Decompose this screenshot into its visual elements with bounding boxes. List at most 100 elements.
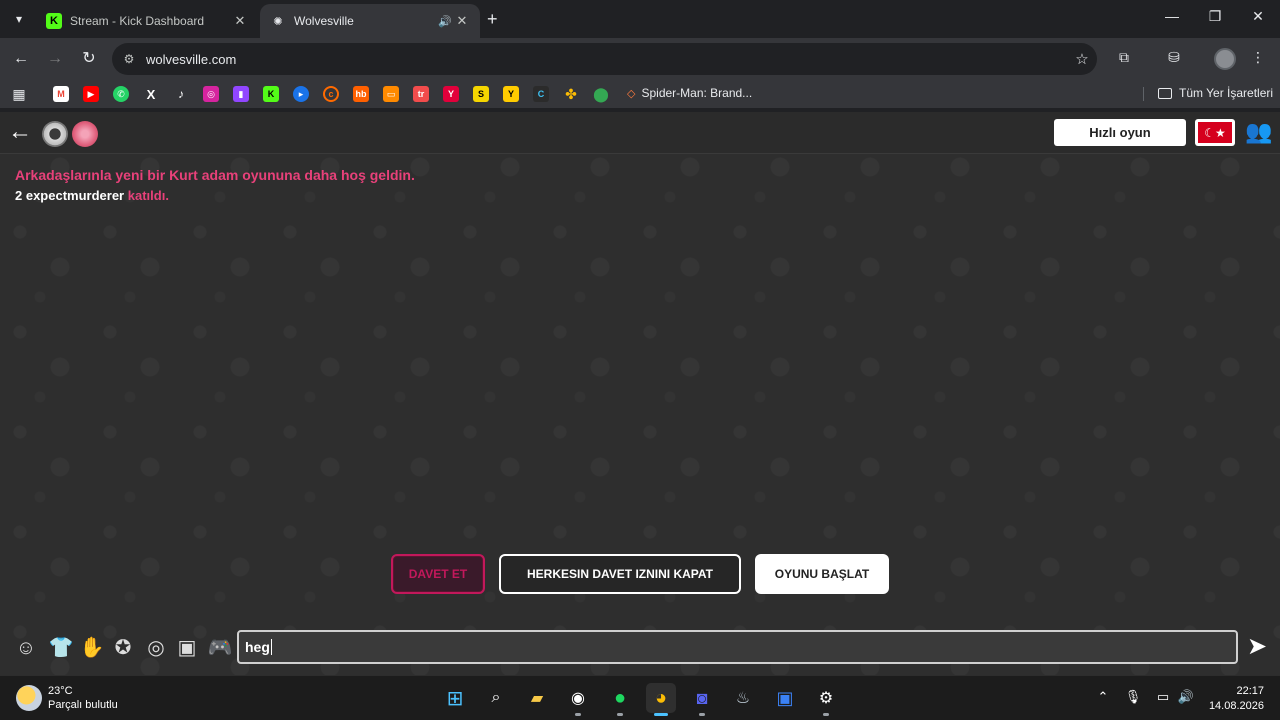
blue-play-icon[interactable]: ▸ (293, 86, 309, 102)
invite-button[interactable]: DAVET ET (391, 554, 485, 594)
apps-icon[interactable]: ▦ (11, 86, 27, 102)
bookmark-label: Spider-Man: Brand... (641, 86, 753, 100)
emoji-mask-icon[interactable]: ☺ (12, 632, 40, 664)
tab-title: Stream - Kick Dashboard (70, 14, 205, 28)
join-message: 2 expectmurderer katıldı. (15, 188, 169, 203)
close-tab-icon[interactable]: ✕ (232, 13, 248, 29)
wolf-favicon-icon: ✺ (273, 15, 283, 28)
gamepad-icon[interactable]: 🎮 (206, 632, 234, 664)
new-tab-button[interactable]: + (487, 10, 498, 28)
bookmarks-bar: ▦ M ▶ ✆ X ♪ ◎ ▮ K ▸ c hb ▭ tr Y S Y C ✤ … (0, 80, 1280, 108)
friends-icon[interactable]: 👥 (1243, 121, 1275, 143)
volume-icon[interactable]: 🔊 (1176, 689, 1196, 705)
glasses-icon[interactable]: ◎ (142, 632, 170, 664)
send-icon[interactable]: ➤ (1242, 632, 1272, 662)
instagram-icon[interactable]: ◎ (203, 86, 219, 102)
menu-icon[interactable]: ⋮ (1248, 49, 1268, 66)
badge-icon[interactable]: ✪ (109, 632, 137, 664)
microphone-icon[interactable]: 🎙 (1123, 689, 1143, 705)
clock[interactable]: 22:17 14.08.2026 (1204, 684, 1264, 714)
browser-toolbar: ← → ↻ ⚙ wolvesville.com ☆ ⧉ ⛁ ⋮ (0, 38, 1280, 80)
site-info-icon[interactable]: ⚙ (112, 52, 146, 66)
windows-taskbar: 23°C Parçalı bulutlu ⊞ ⌕ ▰ ◉ ● ◕ ◙ ♨ ▣ ⚙… (0, 675, 1280, 720)
kick-favicon-icon: K (46, 13, 62, 29)
trendyol-icon[interactable]: tr (413, 86, 429, 102)
gmail-icon[interactable]: M (53, 86, 69, 102)
back-button[interactable]: ← (10, 48, 32, 70)
obs-icon[interactable]: ◉ (563, 683, 593, 716)
chat-input-text: heg (245, 639, 270, 655)
close-window-button[interactable]: ✕ (1248, 8, 1268, 25)
tab-search-button[interactable]: ▾ (8, 8, 30, 30)
network-icon[interactable]: ▭ (1153, 689, 1173, 705)
maps-icon[interactable]: ⬤ (593, 86, 609, 102)
game-page: ← Hızlı oyun ☾★ 👥 Arkadaşlarınla yeni bi… (0, 112, 1280, 675)
back-arrow-icon[interactable]: ← (8, 120, 32, 144)
c-icon[interactable]: C (533, 86, 549, 102)
shirt-icon[interactable]: 👕 (47, 632, 75, 664)
quick-play-button[interactable]: Hızlı oyun (1054, 119, 1186, 146)
forward-button[interactable]: → (44, 48, 66, 70)
language-flag-button[interactable]: ☾★ (1195, 119, 1235, 146)
x-icon[interactable]: X (143, 86, 159, 102)
time: 22:17 (1236, 685, 1264, 697)
running-indicator (617, 713, 623, 716)
speaker-icon[interactable]: 🔊 (436, 15, 454, 28)
youtube-icon[interactable]: ▶ (83, 86, 99, 102)
chat-input[interactable]: heg (237, 630, 1238, 664)
chrome-icon[interactable]: ◕ (646, 683, 676, 716)
windows-start-icon[interactable]: ⊞ (440, 683, 470, 713)
search-icon[interactable]: ⌕ (481, 683, 511, 713)
welcome-message: Arkadaşlarınla yeni bir Kurt adam oyunun… (15, 167, 415, 183)
file-explorer-icon[interactable]: ▰ (522, 683, 552, 713)
tab-wolvesville[interactable]: ✺ Wolvesville 🔊 ✕ (260, 4, 480, 38)
hb-icon[interactable]: hb (353, 86, 369, 102)
y-yellow-icon[interactable]: Y (503, 86, 519, 102)
kick-icon[interactable]: K (263, 86, 279, 102)
weather-widget[interactable]: 23°C Parçalı bulutlu (16, 684, 118, 712)
rose-icon[interactable] (72, 121, 98, 147)
spotify-icon[interactable]: ● (605, 683, 635, 716)
profile-avatar[interactable] (1214, 48, 1236, 70)
maximize-button[interactable]: ❐ (1205, 8, 1225, 25)
bookmark-star-icon[interactable]: ☆ (1067, 50, 1097, 68)
gallery-icon[interactable]: ▣ (173, 632, 201, 664)
chevron-up-icon[interactable]: ⌃ (1093, 689, 1113, 705)
settings-icon[interactable]: ⚙ (811, 683, 841, 716)
reload-button[interactable]: ↻ (78, 48, 100, 70)
url-text[interactable]: wolvesville.com (146, 52, 1067, 67)
steam-icon[interactable]: ♨ (728, 683, 758, 713)
minimize-button[interactable]: — (1162, 8, 1182, 24)
tiktok-icon[interactable]: ♪ (173, 86, 189, 102)
text-caret (270, 639, 272, 655)
whatsapp-icon[interactable]: ✆ (113, 86, 129, 102)
discord-icon[interactable]: ◙ (687, 683, 717, 716)
yemeksepeti-icon[interactable]: Y (443, 86, 459, 102)
downloads-icon[interactable]: ⛁ (1164, 49, 1184, 66)
all-bookmarks-label: Tüm Yer İşaretleri (1179, 86, 1274, 100)
hand-icon[interactable]: ✋ (78, 632, 106, 664)
s-icon[interactable]: S (473, 86, 489, 102)
all-bookmarks-button[interactable]: Tüm Yer İşaretleri (1158, 86, 1273, 100)
bookmark-spiderman[interactable]: ◇ Spider-Man: Brand... (627, 86, 752, 100)
extensions-icon[interactable]: ⧉ (1114, 49, 1134, 66)
silver-coin-icon[interactable] (42, 121, 68, 147)
join-action: katıldı. (127, 188, 169, 203)
tab-title: Wolvesville (294, 14, 354, 28)
blue-app-icon[interactable]: ▣ (770, 683, 800, 713)
temperature: 23°C (48, 685, 73, 697)
bookmarks-divider (1143, 87, 1144, 101)
twitch-icon[interactable]: ▮ (233, 86, 249, 102)
game-topbar: ← Hızlı oyun ☾★ 👥 (0, 112, 1280, 154)
address-bar[interactable]: ⚙ wolvesville.com ☆ (112, 43, 1097, 75)
disable-invites-button[interactable]: HERKESIN DAVET IZNINI KAPAT (499, 554, 741, 594)
orange-arrows-icon: ◇ (627, 87, 636, 100)
player-name[interactable]: 2 expectmurderer (15, 188, 124, 203)
orange-box-icon[interactable]: ▭ (383, 86, 399, 102)
orange-circle-icon[interactable]: c (323, 86, 339, 102)
tab-strip: ▾ K Stream - Kick Dashboard ✕ ✺ Wolvesvi… (0, 0, 1280, 38)
tab-kick-dashboard[interactable]: K Stream - Kick Dashboard ✕ (36, 4, 258, 38)
start-game-button[interactable]: OYUNU BAŞLAT (755, 554, 889, 594)
pinwheel-icon[interactable]: ✤ (563, 86, 579, 102)
close-tab-icon[interactable]: ✕ (454, 13, 470, 29)
